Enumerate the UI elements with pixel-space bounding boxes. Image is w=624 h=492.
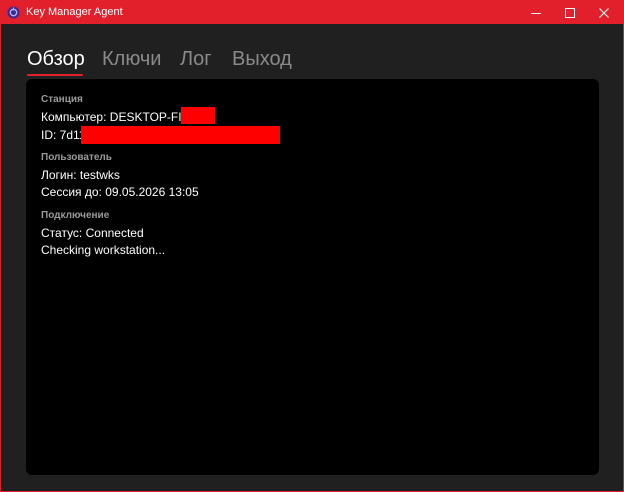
login-value: Логин: testwks bbox=[41, 168, 120, 182]
tab-exit[interactable]: Выход bbox=[232, 47, 292, 71]
status-message: Checking workstation... bbox=[41, 243, 166, 257]
connection-status: Статус: Connected bbox=[41, 226, 144, 240]
minimize-icon bbox=[531, 8, 541, 18]
user-heading: Пользователь bbox=[41, 152, 112, 163]
minimize-button[interactable] bbox=[519, 1, 553, 24]
window-title: Key Manager Agent bbox=[26, 6, 123, 18]
tab-keys[interactable]: Ключи bbox=[102, 47, 161, 71]
maximize-icon bbox=[565, 7, 575, 18]
overview-panel: Станция Компьютер: DESKTOP-FID ID: 7d11 … bbox=[26, 79, 599, 475]
redaction-box bbox=[81, 126, 280, 144]
app-logo-icon bbox=[7, 6, 20, 19]
maximize-button[interactable] bbox=[553, 1, 587, 24]
computer-name: Компьютер: DESKTOP-FID bbox=[41, 110, 191, 124]
tab-log[interactable]: Лог bbox=[180, 47, 212, 71]
app-window: Key Manager Agent Обзор Ключи Лог Выход … bbox=[1, 1, 623, 491]
redaction-box bbox=[181, 107, 215, 124]
title-bar[interactable]: Key Manager Agent bbox=[1, 1, 623, 24]
station-id: ID: 7d11 bbox=[41, 128, 86, 142]
active-tab-indicator bbox=[27, 74, 83, 76]
session-expiry: Сессия до: 09.05.2026 13:05 bbox=[41, 185, 199, 199]
connection-heading: Подключение bbox=[41, 210, 110, 221]
close-button[interactable] bbox=[587, 1, 621, 24]
close-icon bbox=[599, 7, 609, 18]
tab-overview[interactable]: Обзор bbox=[27, 47, 85, 71]
station-heading: Станция bbox=[41, 94, 83, 105]
